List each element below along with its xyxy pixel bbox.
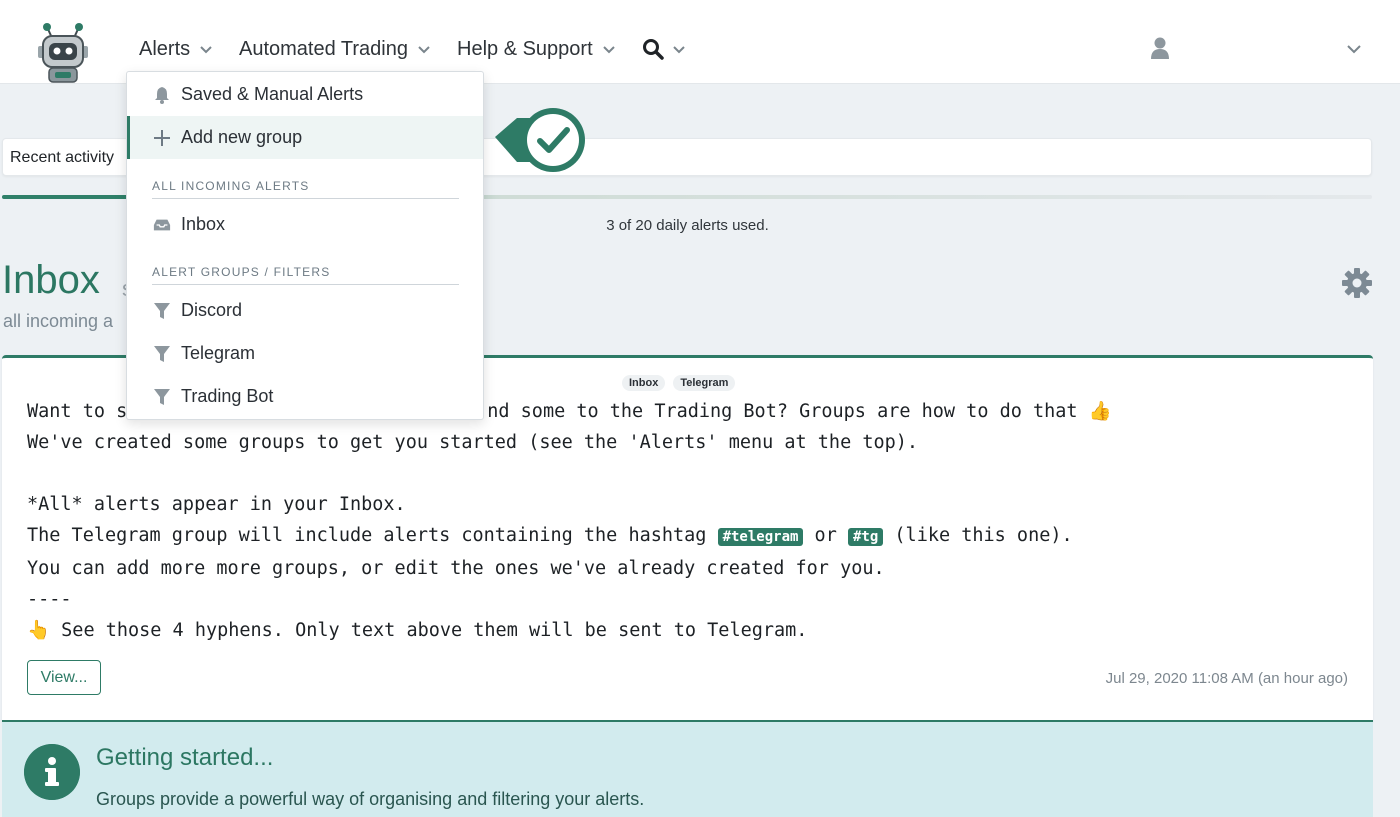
bell-icon [155, 86, 169, 104]
getting-started-title: Getting started... [96, 744, 274, 771]
tag-badge[interactable]: Inbox [622, 375, 666, 391]
search-icon [643, 39, 664, 60]
nav-help-support-menu[interactable]: Help & Support [457, 36, 616, 62]
alert-line: (like this one). [883, 525, 1073, 546]
chevron-down-icon [200, 46, 212, 54]
page-subtitle: all incoming a [3, 311, 114, 331]
menu-section-header: ALL INCOMING ALERTS [152, 179, 459, 199]
menu-section-header: ALERT GROUPS / FILTERS [152, 265, 459, 285]
nav-alerts-label: Alerts [139, 37, 191, 60]
page-title: Inbox [2, 258, 100, 302]
menu-item-label: Inbox [181, 214, 226, 234]
tag-badge[interactable]: Telegram [673, 375, 736, 391]
alert-line: You can add more more groups, or edit th… [27, 558, 885, 579]
menu-item-trading-bot[interactable]: Trading Bot [127, 375, 483, 418]
hashtag-badge: #telegram [717, 528, 804, 546]
nav-help-support-label: Help & Support [457, 37, 593, 60]
getting-started-text: Groups provide a powerful way of organis… [96, 789, 645, 809]
menu-item-label: Saved & Manual Alerts [181, 84, 364, 104]
alert-message: Want to s nd some to the Trading Bot? Gro… [27, 396, 1112, 646]
nav-automated-trading-label: Automated Trading [239, 37, 408, 60]
alert-line: 👆 See those 4 hyphens. Only text above t… [27, 620, 808, 641]
menu-item-label: Telegram [181, 343, 256, 363]
user-icon[interactable] [1150, 37, 1170, 59]
plus-icon [154, 129, 170, 146]
filter-icon [154, 345, 170, 362]
alert-timestamp: Jul 29, 2020 11:08 AM (an hour ago) [1105, 670, 1348, 687]
menu-item-label: Add new group [181, 127, 303, 147]
view-alert-button[interactable]: View... [27, 660, 101, 695]
menu-item-label: Trading Bot [181, 386, 274, 406]
menu-item-add-new-group[interactable]: Add new group [127, 116, 483, 159]
menu-item-telegram[interactable]: Telegram [127, 332, 483, 375]
alert-line: ---- [27, 589, 72, 610]
robot-logo[interactable] [34, 20, 92, 84]
chevron-down-icon [673, 46, 685, 54]
menu-item-inbox[interactable]: Inbox [127, 203, 483, 246]
alert-line: Want to s [27, 401, 128, 422]
alert-tags: Inbox Telegram [622, 375, 736, 391]
inbox-icon [153, 219, 171, 230]
nav-alerts-menu[interactable]: Alerts [139, 36, 213, 62]
alert-line: nd some to the Trading Bot? Groups are h… [487, 401, 1112, 422]
alert-line: The Telegram group will include alerts c… [27, 525, 718, 546]
menu-item-label: Discord [181, 300, 243, 320]
chevron-down-icon[interactable] [1346, 42, 1362, 56]
chevron-down-icon [602, 46, 615, 54]
recent-activity-label: Recent activity [10, 149, 115, 166]
menu-item-saved-alerts[interactable]: Saved & Manual Alerts [127, 73, 483, 116]
filter-icon [154, 302, 170, 319]
filter-icon [154, 388, 170, 405]
menu-item-discord[interactable]: Discord [127, 289, 483, 332]
gear-icon[interactable] [1341, 267, 1373, 299]
chevron-down-icon [418, 46, 430, 54]
nav-automated-trading-menu[interactable]: Automated Trading [239, 36, 431, 62]
getting-started-panel: Getting started... Groups provide a powe… [2, 720, 1373, 817]
nav-search-menu[interactable] [642, 36, 686, 62]
checkmark-pointer-icon [495, 108, 585, 172]
hashtag-badge: #tg [847, 528, 884, 546]
info-icon [24, 744, 80, 800]
alert-line: or [803, 525, 848, 546]
alerts-dropdown-menu: Saved & Manual Alerts Add new group ALL … [126, 71, 484, 420]
alert-line: *All* alerts appear in your Inbox. [27, 494, 406, 515]
alert-line: We've created some groups to get you sta… [27, 432, 919, 453]
